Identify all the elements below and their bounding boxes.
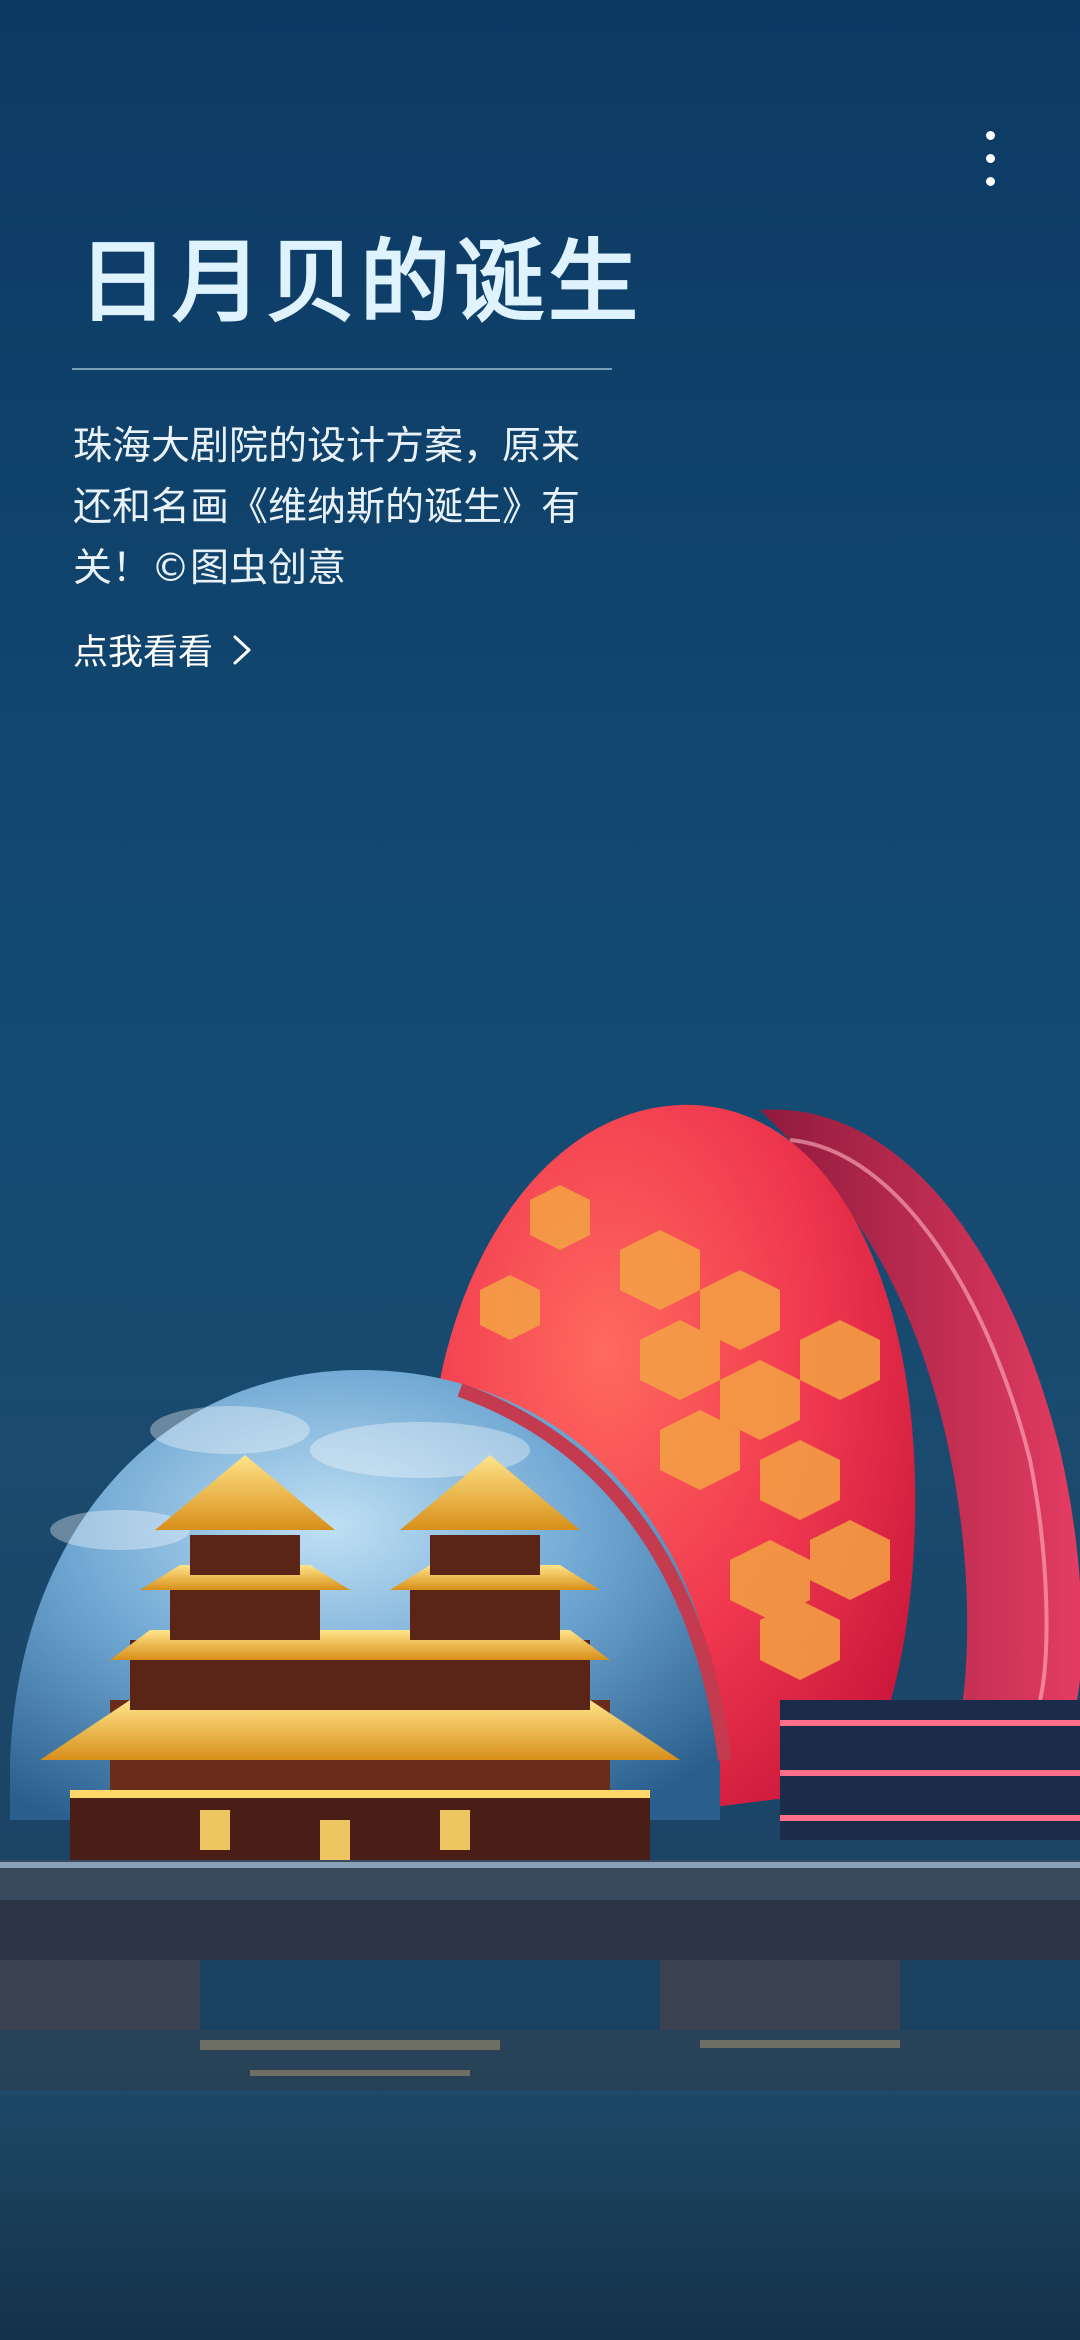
more-vertical-icon-dot (985, 176, 995, 186)
more-vertical-icon (985, 130, 995, 140)
story-description: 珠海大剧院的设计方案，原来还和名画《维纳斯的诞生》有关！©图虫创意 (73, 424, 581, 591)
view-more-label: 点我看看 (73, 633, 214, 673)
more-options-button[interactable] (960, 118, 1020, 198)
story-title: 日月贝的诞生 (78, 230, 642, 335)
chevron-right-icon (233, 635, 251, 664)
view-more-link[interactable]: 点我看看 (73, 624, 253, 675)
more-vertical-icon-dot (985, 153, 995, 163)
story-overlay: 日月贝的诞生 珠海大剧院的设计方案，原来还和名画《维纳斯的诞生》有关！©图虫创意… (0, 0, 1080, 2340)
title-divider (72, 368, 612, 370)
